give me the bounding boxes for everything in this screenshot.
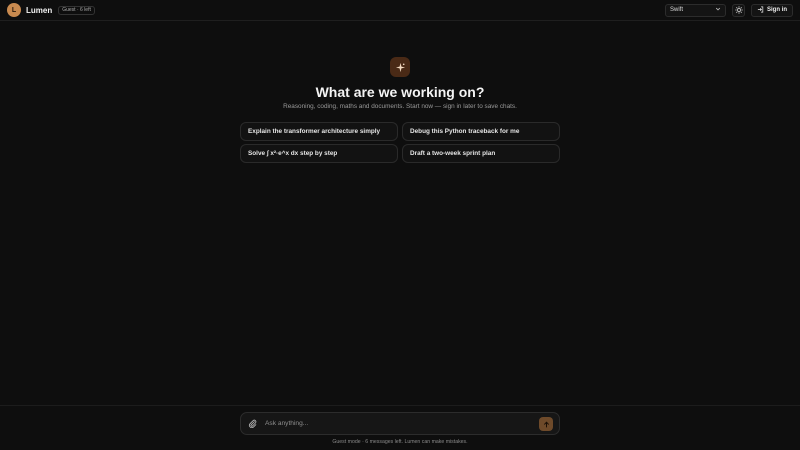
sun-icon — [734, 1, 743, 19]
footnote: Guest mode · 6 messages left. Lumen can … — [332, 439, 468, 445]
arrow-up-icon — [543, 415, 550, 433]
guest-badge: Guest · 6 left — [58, 5, 95, 15]
app-root: L Lumen Guest · 6 left Swift Sign in Wha… — [0, 0, 800, 450]
suggestion-chip[interactable]: Draft a two-week sprint plan — [402, 144, 560, 163]
suggestion-grid: Explain the transformer architecture sim… — [240, 122, 560, 163]
model-select[interactable]: Swift — [665, 3, 726, 17]
model-select-value: Swift — [670, 7, 684, 13]
sign-in-icon — [757, 6, 764, 15]
sparkle-icon — [390, 57, 410, 77]
suggestion-chip[interactable]: Explain the transformer architecture sim… — [240, 122, 398, 141]
top-bar: L Lumen Guest · 6 left Swift Sign in — [0, 0, 800, 21]
page-subtitle: Reasoning, coding, maths and documents. … — [283, 103, 517, 110]
header-actions: Swift Sign in — [665, 1, 793, 19]
message-input[interactable] — [265, 420, 539, 427]
suggestion-chip[interactable]: Solve ∫ x²·e^x dx step by step — [240, 144, 398, 163]
avatar[interactable]: L — [7, 3, 21, 17]
paperclip-icon[interactable] — [247, 419, 257, 429]
sign-in-label: Sign in — [767, 7, 787, 13]
chevron-down-icon — [715, 6, 721, 14]
suggestion-chip[interactable]: Debug this Python traceback for me — [402, 122, 560, 141]
sign-in-button[interactable]: Sign in — [751, 3, 793, 17]
send-button[interactable] — [539, 415, 553, 433]
page-title: What are we working on? — [315, 84, 485, 100]
composer-area: Guest mode · 6 messages left. Lumen can … — [0, 405, 800, 450]
composer — [240, 412, 560, 435]
theme-toggle-button[interactable] — [732, 1, 745, 19]
brand-name: Lumen — [26, 5, 53, 15]
